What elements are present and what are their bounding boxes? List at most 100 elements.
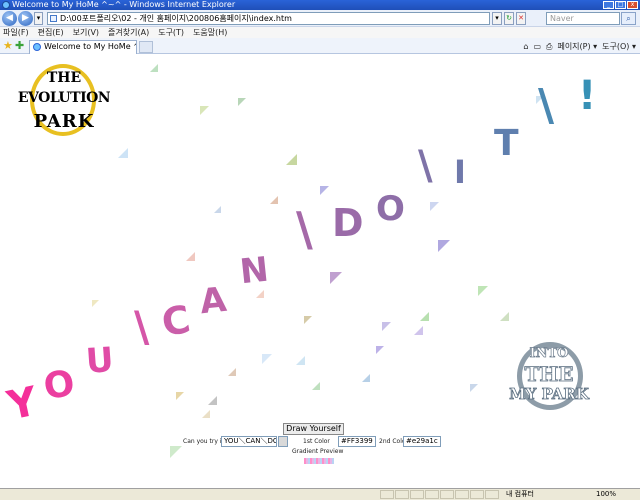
- decor-triangle: [228, 368, 236, 376]
- zone-label: 내 컴퓨터: [506, 490, 534, 498]
- decor-triangle: [92, 300, 99, 307]
- add-favorite-icon[interactable]: ✚: [15, 40, 24, 51]
- window-title: Welcome to My HoMe ^~^ - Windows Interne…: [12, 0, 236, 9]
- zoom-level[interactable]: 100%: [596, 489, 616, 500]
- decor-triangle: [208, 396, 217, 405]
- message-letter: !: [578, 73, 597, 119]
- decor-triangle: [414, 326, 423, 335]
- page-icon: [50, 15, 57, 22]
- favorites-star-icon[interactable]: ★: [3, 40, 13, 51]
- menu-view[interactable]: 보기(V): [73, 27, 99, 38]
- back-button[interactable]: ◀: [2, 11, 17, 26]
- page-content: THE EVOLUTION PARK Y O U \ C A N \ D O \ I T \! INTO …: [0, 54, 640, 488]
- into-line-3: MY PARK: [509, 385, 590, 404]
- decor-triangle: [430, 202, 439, 211]
- message-letter: D: [332, 201, 364, 245]
- logo-line-2: EVOLUTION: [17, 90, 111, 106]
- decor-triangle: [176, 392, 184, 400]
- message-letter: T: [494, 123, 519, 164]
- menu-edit[interactable]: 편집(E): [38, 27, 64, 38]
- tools-menu[interactable]: 도구(O) ▾: [602, 41, 636, 52]
- close-button[interactable]: x: [627, 1, 638, 9]
- decor-triangle: [286, 154, 297, 165]
- decor-triangle: [438, 240, 450, 252]
- decor-triangle: [186, 252, 195, 261]
- url-input[interactable]: D:\00포트폴리오\02 - 개인 홈페이지\200806홈페이지\index…: [47, 12, 490, 25]
- menu-bar: 파일(F) 편집(E) 보기(V) 즐겨찾기(A) 도구(T) 도움말(H): [0, 27, 640, 38]
- decor-triangle: [362, 374, 370, 382]
- status-panels: [380, 490, 499, 499]
- decor-triangle: [312, 382, 320, 390]
- stop-icon[interactable]: ✕: [516, 12, 526, 25]
- decor-triangle: [256, 290, 264, 298]
- message-letter: \: [418, 143, 433, 189]
- search-input[interactable]: Naver: [546, 12, 620, 25]
- message-letter: \: [134, 302, 150, 351]
- logo-line-3: PARK: [33, 111, 95, 132]
- gradient-preview-label: Gradient Preview: [292, 448, 344, 455]
- decor-triangle: [118, 148, 128, 158]
- decor-triangle: [202, 410, 210, 418]
- color1-input[interactable]: #FF3399: [338, 436, 376, 447]
- decor-triangle: [304, 316, 312, 324]
- url-text: D:\00포트폴리오\02 - 개인 홈페이지\200806홈페이지\index…: [60, 14, 292, 23]
- maximize-button[interactable]: □: [615, 1, 626, 9]
- forward-button[interactable]: ▶: [18, 11, 33, 26]
- into-line-2: THE: [524, 362, 574, 387]
- menu-tools[interactable]: 도구(T): [158, 27, 184, 38]
- decor-triangle: [296, 356, 305, 365]
- color2-input[interactable]: #e29a1c: [403, 436, 441, 447]
- message-letter: O: [41, 363, 78, 408]
- decor-triangle: [270, 196, 278, 204]
- feeds-icon[interactable]: ▭: [533, 41, 541, 52]
- message-letter: C: [158, 296, 194, 346]
- page-menu[interactable]: 페이지(P) ▾: [557, 41, 597, 52]
- menu-help[interactable]: 도움말(H): [193, 27, 227, 38]
- ie-logo-icon: [2, 1, 10, 9]
- decor-triangle: [238, 98, 246, 106]
- decor-triangle: [200, 106, 209, 115]
- address-dropdown-arrow-icon[interactable]: ▾: [492, 12, 502, 25]
- decor-triangle: [376, 346, 384, 354]
- print-icon[interactable]: ⎙: [546, 41, 552, 52]
- refresh-icon[interactable]: ↻: [504, 12, 514, 25]
- menu-favorites[interactable]: 즐겨찾기(A): [108, 27, 149, 38]
- into-my-park-logo[interactable]: INTO THE MY PARK: [505, 342, 593, 412]
- draw-form: Draw Yourself Can you try it ? YOU＼CAN＼D…: [0, 418, 640, 488]
- decor-triangle: [320, 186, 329, 195]
- color1-label: 1st Color: [303, 438, 330, 445]
- menu-file[interactable]: 파일(F): [3, 27, 29, 38]
- history-dropdown-arrow-icon[interactable]: ▾: [34, 12, 43, 25]
- logo-line-1: THE: [46, 70, 82, 86]
- home-icon[interactable]: ⌂: [523, 41, 528, 52]
- decor-triangle: [150, 64, 158, 72]
- message-letter: \: [296, 202, 313, 256]
- address-bar: ◀ ▶ ▾ D:\00포트폴리오\02 - 개인 홈페이지\200806홈페이지…: [0, 10, 640, 27]
- into-line-1: INTO: [529, 346, 569, 362]
- decor-triangle: [330, 272, 342, 284]
- tab-ie-icon: [33, 43, 41, 51]
- message-picker-icon[interactable]: [278, 436, 288, 447]
- gradient-preview-swatch: [304, 458, 334, 464]
- message-input[interactable]: YOU＼CAN＼DO＼IT＼!: [221, 436, 277, 447]
- command-bar: ⌂ ▭ ⎙ 페이지(P) ▾ 도구(O) ▾: [523, 41, 636, 52]
- decor-triangle: [382, 322, 391, 331]
- status-bar: 내 컴퓨터 100%: [0, 488, 640, 500]
- draw-yourself-button[interactable]: Draw Yourself: [283, 423, 344, 435]
- message-letter: I: [454, 153, 466, 191]
- message-letter: \: [538, 80, 555, 131]
- message-letter: A: [197, 279, 229, 323]
- decor-triangle: [470, 384, 478, 392]
- message-letter: U: [84, 340, 115, 382]
- tab-label: Welcome to My HoMe ^~^: [44, 42, 136, 51]
- search-icon[interactable]: ⌕: [621, 12, 636, 25]
- window-title-bar: Welcome to My HoMe ^~^ - Windows Interne…: [0, 0, 640, 10]
- new-tab-button[interactable]: [139, 41, 153, 53]
- decor-triangle: [262, 354, 272, 364]
- decor-triangle: [478, 286, 488, 296]
- minimize-button[interactable]: _: [603, 1, 614, 9]
- favorites-bar: ★ ✚ Welcome to My HoMe ^~^ ⌂ ▭ ⎙ 페이지(P) …: [0, 38, 640, 54]
- decor-triangle: [214, 206, 221, 213]
- evolution-park-logo[interactable]: THE EVOLUTION PARK: [14, 64, 114, 138]
- tab-welcome[interactable]: Welcome to My HoMe ^~^: [29, 40, 137, 54]
